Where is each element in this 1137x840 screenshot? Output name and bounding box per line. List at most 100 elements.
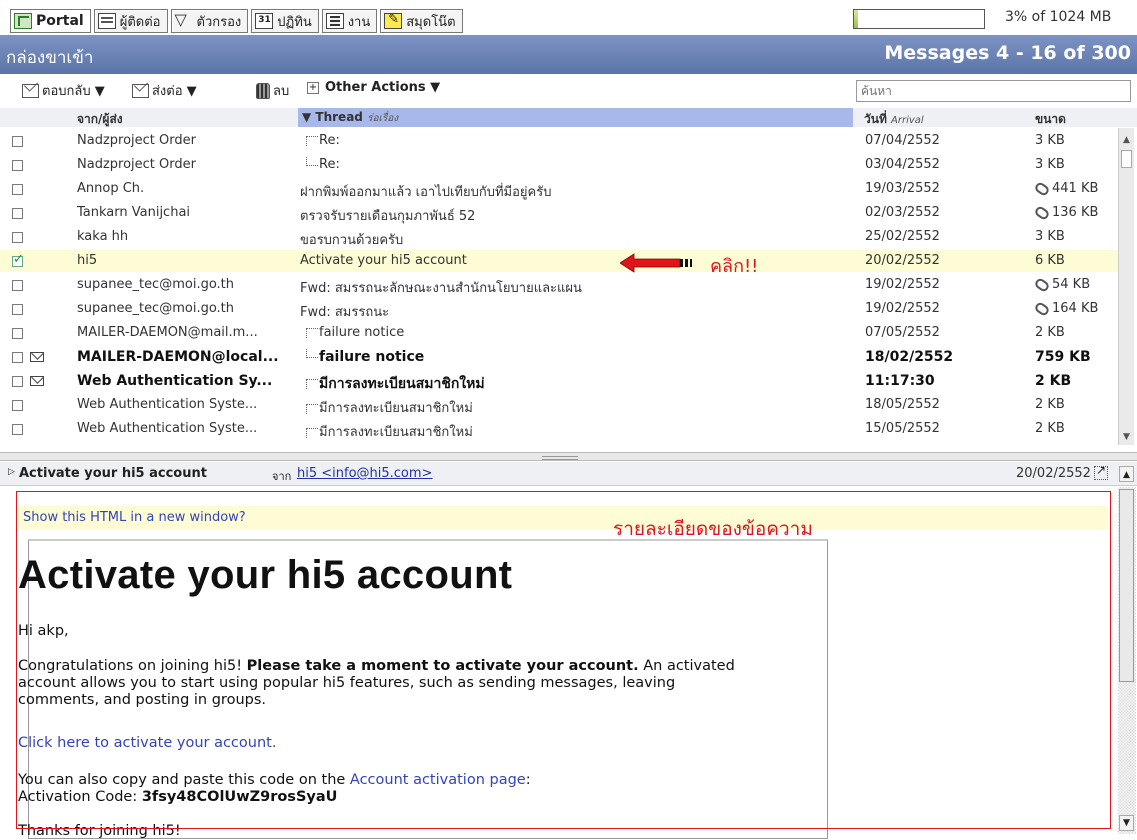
message-size-text: 136 KB [1052, 205, 1099, 220]
show-html-link[interactable]: Show this HTML in a new window? [18, 506, 1108, 530]
message-list-scrollbar[interactable]: ▲ ▼ [1118, 128, 1134, 445]
message-size: 2 KB [1035, 373, 1072, 389]
message-row[interactable]: Web Authentication Syste... มีการลงทะเบี… [0, 394, 1118, 416]
reply-button[interactable]: ตอบกลับ ▼ [22, 80, 105, 101]
column-from[interactable]: จาก/ผู้ส่ง [77, 110, 123, 129]
message-checkbox[interactable] [12, 424, 23, 435]
message-row[interactable]: Tankarn Vanijchai ตรวจรับรายเดือนกุมภาพั… [0, 202, 1118, 224]
message-checkbox[interactable] [12, 376, 23, 387]
message-from: Nadzproject Order [77, 157, 196, 172]
message-date: 11:17:30 [865, 373, 935, 389]
message-date: 20/02/2552 [865, 253, 940, 268]
message-row[interactable]: supanee_tec@moi.go.th Fwd: สมรรถนะลักษณะ… [0, 274, 1118, 296]
email-copy-code: You can also copy and paste this code on… [18, 772, 531, 806]
tab-contacts-label: ผู้ติดต่อ [119, 14, 161, 30]
message-subject: Fwd: สมรรถนะ [300, 305, 390, 320]
preview-scrollbar[interactable]: ▼ [1118, 487, 1136, 834]
scroll-down-arrow-icon[interactable]: ▼ [1119, 429, 1134, 445]
message-row[interactable]: kaka hh ขอรบกวนด้วยครับ 25/02/2552 3 KB [0, 226, 1118, 248]
notes-icon [384, 12, 403, 29]
message-from: Annop Ch. [77, 181, 145, 196]
message-subject-text: Re: [319, 157, 340, 172]
message-checkbox[interactable] [12, 304, 23, 315]
column-thread-sub: ร่อเรื่อง [367, 113, 399, 124]
attachment-icon [1033, 300, 1051, 317]
message-from: Web Authentication Sy... [77, 373, 273, 389]
column-size[interactable]: ขนาด [1035, 110, 1066, 129]
message-row-selected[interactable]: hi5 Activate your hi5 account 20/02/2552… [0, 250, 1118, 272]
message-checkbox[interactable] [12, 136, 23, 147]
email-congrats-line3: comments, and posting in groups. [18, 692, 267, 708]
tab-calendar[interactable]: ปฏิทิน [251, 9, 319, 33]
tab-tasks-label: งาน [347, 14, 371, 30]
message-row-unread[interactable]: Web Authentication Sy... มีการลงทะเบียนส… [0, 370, 1118, 392]
tab-tasks[interactable]: งาน [321, 9, 378, 33]
copy-code-text: You can also copy and paste this code on… [18, 772, 350, 788]
preview-scroll-up-icon[interactable]: ▲ [1119, 466, 1134, 482]
activate-link[interactable]: Click here to activate your account. [18, 735, 276, 752]
message-checkbox[interactable] [12, 352, 23, 363]
activate-link-text[interactable]: Click here to activate your account. [18, 735, 276, 751]
preview-scroll-down-icon[interactable]: ▼ [1119, 815, 1134, 831]
message-subject-text: มีการลงทะเบียนสมาชิกใหม่ [319, 425, 473, 440]
tab-contacts[interactable]: ผู้ติดต่อ [93, 9, 168, 33]
calendar-icon [255, 13, 274, 29]
preview-scrollbar-thumb[interactable] [1119, 489, 1134, 682]
message-date: 07/05/2552 [865, 325, 940, 340]
message-subject-text: มีการลงทะเบียนสมาชิกใหม่ [319, 376, 485, 392]
scrollbar-thumb[interactable] [1121, 150, 1132, 168]
tab-notes[interactable]: สมุดโน๊ต [380, 9, 463, 33]
tab-filter-label: ตัวกรอง [196, 14, 242, 30]
message-row[interactable]: Web Authentication Syste... มีการลงทะเบี… [0, 418, 1118, 440]
message-from: kaka hh [77, 229, 129, 244]
message-row[interactable]: MAILER-DAEMON@mail.m... failure notice 0… [0, 322, 1118, 344]
message-size-text: 441 KB [1052, 181, 1099, 196]
quota-text: 3% of 1024 MB [1005, 9, 1112, 25]
tab-filter[interactable]: ตัวกรอง [170, 9, 249, 33]
column-thread[interactable]: ▼ Thread ร่อเรื่อง [302, 110, 398, 126]
top-tab-bar: Portal ผู้ติดต่อ ตัวกรอง ปฏิทิน งาน สมุด… [0, 0, 1137, 35]
message-checkbox[interactable] [12, 160, 23, 171]
column-date[interactable]: วันที่ Arrival [864, 110, 924, 129]
other-actions-button[interactable]: + Other Actions ▼ [307, 80, 440, 95]
message-row[interactable]: Annop Ch. ฝากพิมพ์ออกมาแล้ว เอาไปเทียบกั… [0, 178, 1118, 200]
message-checkbox[interactable] [12, 328, 23, 339]
message-checkbox[interactable] [12, 232, 23, 243]
activation-code: 3fsy48COlUwZ9rosSyaU [141, 789, 338, 805]
message-size: 3 KB [1035, 133, 1065, 148]
message-checkbox-checked[interactable] [12, 252, 24, 267]
message-row[interactable]: Nadzproject Order Re: 07/04/2552 3 KB [0, 130, 1118, 152]
copy-code-colon: : [525, 772, 531, 788]
preview-from-link[interactable]: hi5 <info@hi5.com> [297, 466, 432, 481]
message-size-text: 164 KB [1052, 301, 1099, 316]
delete-button[interactable]: ลบ [256, 80, 289, 101]
red-arrow-icon [620, 253, 692, 273]
message-from: MAILER-DAEMON@mail.m... [77, 325, 258, 340]
message-size-text: 54 KB [1052, 277, 1091, 292]
email-greeting: Hi akp, [18, 623, 69, 639]
module-tabs: Portal ผู้ติดต่อ ตัวกรอง ปฏิทิน งาน สมุด… [10, 9, 463, 33]
message-row-unread[interactable]: MAILER-DAEMON@local... failure notice 18… [0, 346, 1118, 368]
message-subject: Activate your hi5 account [300, 253, 467, 268]
popout-icon[interactable] [1094, 463, 1108, 480]
message-subject: failure notice [306, 349, 866, 365]
message-row[interactable]: Nadzproject Order Re: 03/04/2552 3 KB [0, 154, 1118, 176]
message-checkbox[interactable] [12, 208, 23, 219]
pane-splitter[interactable] [0, 452, 1137, 461]
tab-portal[interactable]: Portal [10, 9, 91, 33]
forward-button[interactable]: ส่งต่อ ▼ [132, 80, 197, 101]
tasks-icon [325, 13, 344, 29]
message-checkbox[interactable] [12, 184, 23, 195]
expand-triangle-icon[interactable]: ▷ [8, 467, 15, 477]
message-size: 2 KB [1035, 421, 1065, 436]
message-date: 03/04/2552 [865, 157, 940, 172]
search-input[interactable] [856, 80, 1131, 102]
message-checkbox[interactable] [12, 400, 23, 411]
scroll-up-arrow-icon[interactable]: ▲ [1119, 132, 1134, 148]
account-activation-link[interactable]: Account activation page [350, 772, 526, 788]
message-date: 19/02/2552 [865, 277, 940, 292]
folder-name: กล่องขาเข้า [6, 48, 94, 68]
email-congrats: Congratulations on joining hi5! Please t… [18, 658, 735, 709]
message-checkbox[interactable] [12, 280, 23, 291]
message-row[interactable]: supanee_tec@moi.go.th Fwd: สมรรถนะ 19/02… [0, 298, 1118, 320]
